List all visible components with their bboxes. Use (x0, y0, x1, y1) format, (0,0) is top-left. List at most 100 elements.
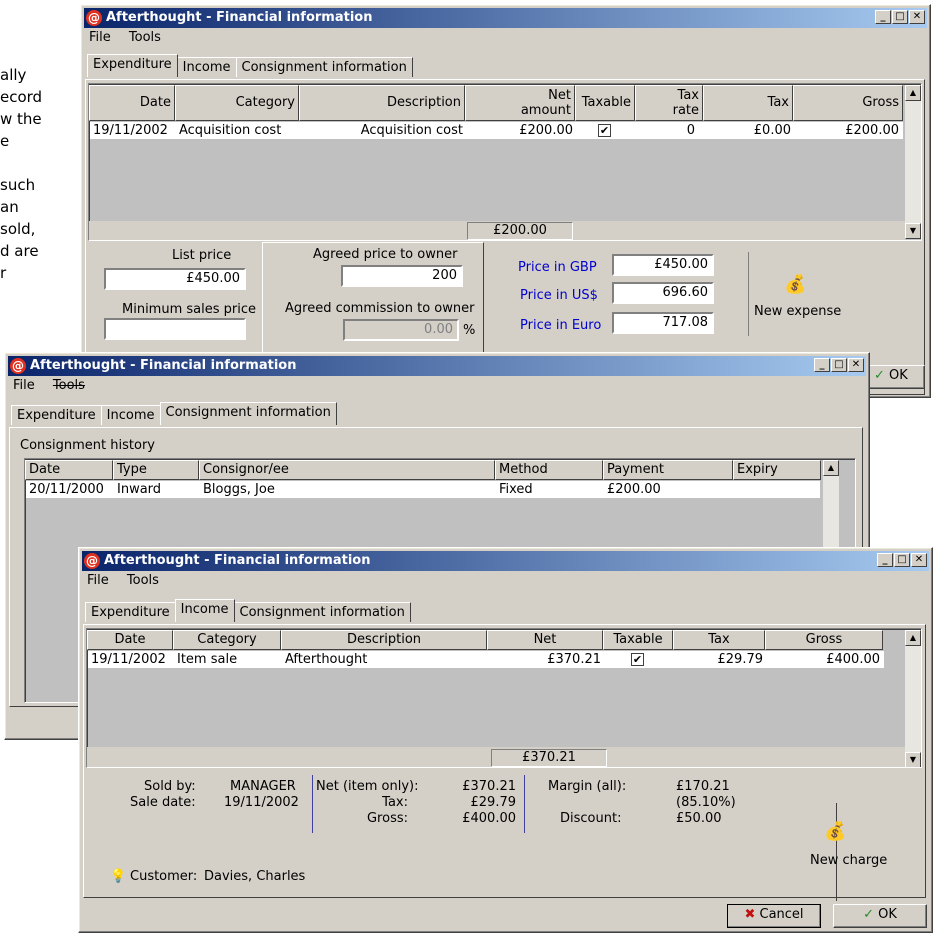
price-gbp-label: Price in GBP (518, 260, 597, 275)
col-description[interactable]: Description (281, 630, 487, 650)
cell-taxable[interactable]: ✔ (595, 122, 625, 140)
col-type[interactable]: Type (113, 460, 199, 480)
col-net-amount[interactable]: Net amount (465, 85, 575, 121)
col-description[interactable]: Description (299, 85, 465, 121)
col-date[interactable]: Date (25, 460, 113, 480)
percent-sign: % (463, 323, 476, 338)
menu-bar: File Tools (83, 573, 169, 591)
cell-date: 20/11/2000 (29, 482, 104, 497)
col-tax-rate[interactable]: Tax rate (635, 85, 703, 121)
menu-file[interactable]: File (13, 378, 35, 393)
scroll-up-arrow-icon[interactable]: ▲ (905, 85, 921, 101)
maximize-button[interactable]: □ (831, 358, 847, 372)
ok-label: OK (889, 368, 908, 383)
minimize-button[interactable]: _ (814, 358, 830, 372)
col-consignor[interactable]: Consignor/ee (199, 460, 495, 480)
col-taxable[interactable]: Taxable (603, 630, 673, 650)
agreed-price-label: Agreed price to owner (313, 247, 458, 262)
taxable-checkbox[interactable]: ✔ (598, 124, 611, 137)
col-net[interactable]: Net (487, 630, 603, 650)
tab-expenditure[interactable]: Expenditure (85, 602, 176, 622)
sold-by-value: MANAGER (230, 779, 296, 794)
title-bar[interactable]: @ Afterthought - Financial information _… (82, 551, 929, 571)
income-grid[interactable]: Date Category Description Net Taxable Ta… (86, 628, 922, 768)
tab-income[interactable]: Income (176, 57, 237, 77)
list-price-field[interactable]: £450.00 (104, 268, 246, 290)
close-button[interactable]: ✕ (848, 358, 864, 372)
money-bag-icon[interactable]: 💰 (824, 821, 846, 842)
expense-grid[interactable]: Date Category Description Net amount Taxa… (88, 83, 922, 241)
col-net-line1: Net (548, 88, 571, 103)
scroll-down-arrow-icon[interactable]: ▼ (905, 752, 921, 767)
close-button[interactable]: ✕ (911, 553, 927, 567)
app-icon: @ (86, 10, 102, 26)
table-row[interactable]: 19/11/2002 Item sale Afterthought £370.2… (88, 651, 884, 669)
price-usd-label: Price in US$ (520, 288, 598, 303)
new-expense-button[interactable]: New expense (754, 304, 841, 319)
close-button[interactable]: ✕ (909, 10, 925, 24)
title-bar[interactable]: @ Afterthought - Financial information _… (8, 356, 866, 376)
col-date[interactable]: Date (89, 85, 175, 121)
maximize-button[interactable]: □ (894, 553, 910, 567)
col-category[interactable]: Category (173, 630, 281, 650)
scroll-down-arrow-icon[interactable]: ▼ (905, 223, 921, 239)
menu-tools[interactable]: Tools (127, 573, 159, 588)
cancel-label: Cancel (759, 907, 804, 922)
new-charge-button[interactable]: New charge (810, 853, 887, 868)
agreed-commission-field[interactable]: 0.00 (343, 319, 459, 341)
menu-tools[interactable]: Tools (53, 378, 85, 393)
tab-consignment[interactable]: Consignment information (159, 402, 337, 425)
col-gross[interactable]: Gross (765, 630, 883, 650)
ok-label: OK (878, 907, 897, 922)
col-taxable[interactable]: Taxable (575, 85, 635, 121)
cell-gross: £200.00 (845, 123, 899, 138)
tab-panel: Date Category Description Net amount Taxa… (85, 79, 925, 395)
margin-percent: (85.10%) (676, 795, 736, 810)
vertical-scrollbar[interactable]: ▲ ▼ (905, 85, 921, 239)
col-expiry[interactable]: Expiry (733, 460, 821, 480)
scroll-up-arrow-icon[interactable]: ▲ (823, 460, 839, 476)
cancel-button[interactable]: ✖ Cancel (727, 904, 821, 928)
table-row[interactable]: 19/11/2002 Acquisition cost Acquisition … (90, 122, 903, 140)
col-gross[interactable]: Gross (793, 85, 903, 121)
ok-button[interactable]: ✓ OK (869, 365, 925, 389)
col-tax[interactable]: Tax (703, 85, 793, 121)
price-usd-field[interactable]: 696.60 (612, 282, 714, 304)
tab-consignment[interactable]: Consignment information (233, 602, 411, 622)
maximize-button[interactable]: □ (892, 10, 908, 24)
scroll-up-arrow-icon[interactable]: ▲ (905, 630, 921, 646)
col-date[interactable]: Date (87, 630, 173, 650)
price-gbp-field[interactable]: £450.00 (612, 254, 714, 276)
cell-taxable[interactable]: ✔ (628, 651, 658, 669)
col-tax[interactable]: Tax (673, 630, 765, 650)
ok-button[interactable]: ✓ OK (833, 904, 927, 928)
taxable-checkbox[interactable]: ✔ (631, 653, 644, 666)
menu-tools[interactable]: Tools (129, 30, 161, 45)
vertical-scrollbar[interactable]: ▲ ▼ (905, 630, 921, 767)
col-category[interactable]: Category (175, 85, 299, 121)
table-row[interactable]: 20/11/2000 Inward Bloggs, Joe Fixed £200… (26, 481, 820, 499)
tab-strip: Expenditure Income Consignment information (11, 402, 337, 427)
tab-expenditure[interactable]: Expenditure (87, 54, 178, 77)
tab-income[interactable]: Income (100, 405, 161, 425)
agreed-price-field[interactable]: 200 (341, 265, 463, 287)
price-euro-field[interactable]: 717.08 (612, 312, 714, 334)
col-payment[interactable]: Payment (603, 460, 733, 480)
minimize-button[interactable]: _ (875, 10, 891, 24)
cell-expiry (734, 481, 820, 499)
menu-file[interactable]: File (89, 30, 111, 45)
cell-type: Inward (117, 482, 162, 497)
col-method[interactable]: Method (495, 460, 603, 480)
minimize-button[interactable]: _ (877, 553, 893, 567)
expense-total: £200.00 (467, 222, 573, 240)
tab-consignment[interactable]: Consignment information (235, 57, 413, 77)
money-bag-icon[interactable]: 💰 (784, 274, 806, 295)
tab-income[interactable]: Income (174, 599, 235, 622)
title-bar[interactable]: @ Afterthought - Financial information _… (84, 8, 927, 28)
net-item-value: £370.21 (462, 779, 516, 794)
menu-bar: File Tools (85, 30, 171, 48)
min-sales-field[interactable] (104, 318, 246, 340)
tab-expenditure[interactable]: Expenditure (11, 405, 102, 425)
bg-line: ally (0, 66, 27, 84)
menu-file[interactable]: File (87, 573, 109, 588)
